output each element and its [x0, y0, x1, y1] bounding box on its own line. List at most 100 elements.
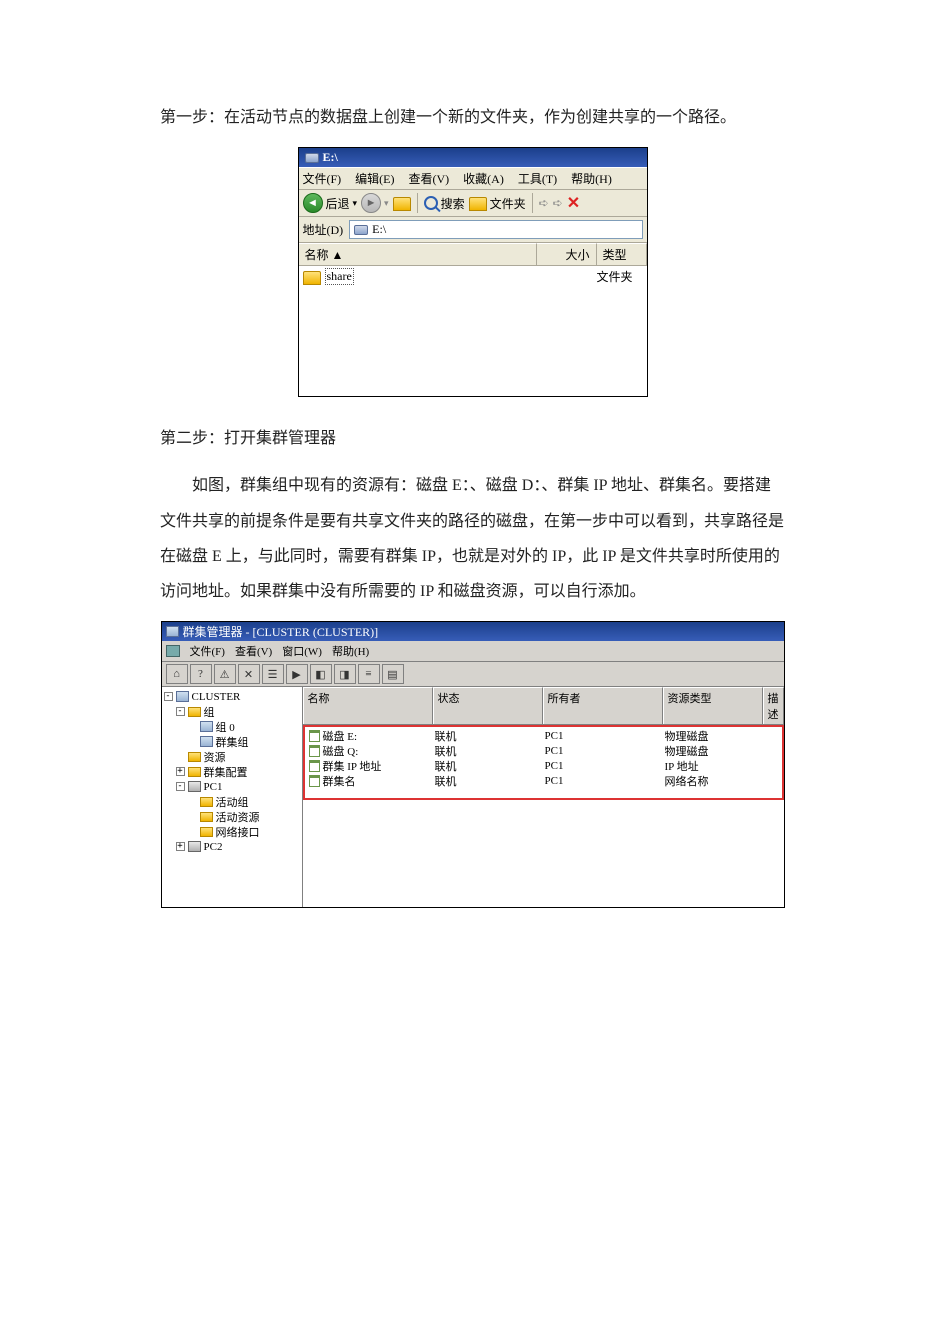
tree-active-resources[interactable]: 活动资源: [162, 809, 302, 824]
computer-icon: [188, 841, 201, 852]
move-to-icon[interactable]: ➪: [539, 196, 549, 211]
cluster-titlebar: 群集管理器 - [CLUSTER (CLUSTER)]: [162, 622, 784, 641]
delete-icon[interactable]: ✕: [567, 193, 580, 213]
address-field[interactable]: E:\: [349, 220, 642, 239]
tree-cluster-config[interactable]: + 群集配置: [162, 764, 302, 779]
tree-active-groups[interactable]: 活动组: [162, 794, 302, 809]
toolbar-button[interactable]: ▶: [286, 664, 308, 684]
cell-state: 联机: [435, 773, 545, 789]
toolbar-button[interactable]: ◧: [310, 664, 332, 684]
tree-label: 组: [204, 704, 215, 720]
col-type[interactable]: 类型: [597, 243, 647, 265]
cell-state: 联机: [435, 743, 545, 759]
toolbar-button[interactable]: ⌂: [166, 664, 188, 684]
list-item[interactable]: share 文件夹: [299, 266, 647, 287]
address-label: 地址(D): [303, 221, 344, 238]
tree-label: PC1: [204, 781, 223, 793]
folder-icon: [200, 812, 213, 822]
cluster-menu-window[interactable]: 窗口(W): [282, 643, 322, 659]
toolbar-button[interactable]: ≡: [358, 664, 380, 684]
expand-icon[interactable]: +: [176, 767, 185, 776]
folders-button[interactable]: 文件夹: [469, 195, 526, 212]
cluster-tree: - CLUSTER - 组 组 0 群集组: [162, 687, 303, 907]
table-row[interactable]: 群集 IP 地址 联机 PC1 IP 地址: [305, 758, 782, 773]
group-icon: [200, 721, 213, 732]
table-row[interactable]: 磁盘 E: 联机 PC1 物理磁盘: [305, 728, 782, 743]
expand-icon[interactable]: +: [176, 842, 185, 851]
cell-owner: PC1: [545, 745, 665, 757]
cell-name: 群集 IP 地址: [323, 758, 382, 774]
toolbar-button[interactable]: ⚠: [214, 664, 236, 684]
tree-group-0[interactable]: 组 0: [162, 719, 302, 734]
collapse-icon[interactable]: -: [176, 782, 185, 791]
menu-file[interactable]: 文件(F): [303, 170, 342, 187]
col-name[interactable]: 名称 ▲: [299, 243, 537, 265]
up-button[interactable]: [393, 196, 411, 210]
col-state[interactable]: 状态: [433, 687, 543, 724]
cell-name: 群集名: [323, 773, 356, 789]
paragraph-step-2: 第二步：打开集群管理器: [160, 421, 785, 456]
tree-label: 组 0: [216, 719, 235, 735]
cluster-window: 群集管理器 - [CLUSTER (CLUSTER)] 文件(F) 查看(V) …: [161, 621, 785, 908]
back-icon: ◄: [303, 193, 323, 213]
toolbar-button[interactable]: ☰: [262, 664, 284, 684]
back-button[interactable]: ◄ 后退 ▾: [303, 193, 358, 213]
tree-groups[interactable]: - 组: [162, 704, 302, 719]
folder-up-icon: [393, 197, 411, 211]
copy-to-icon[interactable]: ➪: [553, 196, 563, 211]
dropdown-icon: ▾: [353, 198, 358, 209]
col-desc[interactable]: 描述: [763, 687, 784, 724]
cluster-list: 名称 状态 所有者 资源类型 描述 磁盘 E: 联机 PC1 物理磁盘 磁盘 Q…: [303, 687, 784, 907]
explorer-title: E:\: [323, 150, 338, 165]
folder-icon: [200, 797, 213, 807]
col-name[interactable]: 名称: [303, 687, 433, 724]
menu-edit[interactable]: 编辑(E): [355, 170, 394, 187]
toolbar-button[interactable]: ▤: [382, 664, 404, 684]
tree-pc1[interactable]: - PC1: [162, 779, 302, 794]
cluster-menu-help[interactable]: 帮助(H): [332, 643, 369, 659]
separator: [532, 193, 533, 213]
explorer-columns: 名称 ▲ 大小 类型: [299, 243, 647, 266]
toolbar-button[interactable]: ◨: [334, 664, 356, 684]
resource-icon: [309, 775, 320, 787]
tree-label: 网络接口: [216, 824, 260, 840]
dropdown-icon: ▾: [384, 198, 389, 209]
menu-view[interactable]: 查看(V): [409, 170, 450, 187]
cluster-menu-view[interactable]: 查看(V): [235, 643, 272, 659]
cell-type: IP 地址: [665, 758, 765, 774]
col-type[interactable]: 资源类型: [663, 687, 763, 724]
explorer-file-list: share 文件夹: [299, 266, 647, 396]
collapse-icon[interactable]: -: [164, 692, 173, 701]
table-row[interactable]: 群集名 联机 PC1 网络名称: [305, 773, 782, 788]
mdi-child-icon: [166, 645, 180, 657]
address-value: E:\: [372, 222, 386, 237]
cluster-menu-file[interactable]: 文件(F): [190, 643, 225, 659]
folder-icon: [188, 707, 201, 717]
col-size[interactable]: 大小: [537, 243, 597, 265]
folder-icon: [200, 827, 213, 837]
forward-button[interactable]: ► ▾: [361, 193, 389, 213]
search-button[interactable]: 搜索: [424, 195, 465, 212]
item-type: 文件夹: [597, 268, 647, 285]
resource-icon: [309, 730, 320, 742]
toolbar-button[interactable]: ✕: [238, 664, 260, 684]
menu-tools[interactable]: 工具(T): [518, 170, 557, 187]
tree-cluster-group[interactable]: 群集组: [162, 734, 302, 749]
explorer-menubar: 文件(F) 编辑(E) 查看(V) 收藏(A) 工具(T) 帮助(H): [299, 167, 647, 190]
folders-icon: [469, 197, 487, 211]
tree-label: PC2: [204, 841, 223, 853]
explorer-window: E:\ 文件(F) 编辑(E) 查看(V) 收藏(A) 工具(T) 帮助(H) …: [298, 147, 648, 397]
resource-icon: [309, 760, 320, 772]
cell-state: 联机: [435, 758, 545, 774]
collapse-icon[interactable]: -: [176, 707, 185, 716]
col-owner[interactable]: 所有者: [543, 687, 663, 724]
tree-label: 资源: [204, 749, 226, 765]
menu-fav[interactable]: 收藏(A): [463, 170, 504, 187]
tree-pc2[interactable]: + PC2: [162, 839, 302, 854]
toolbar-button[interactable]: ?: [190, 664, 212, 684]
menu-help[interactable]: 帮助(H): [571, 170, 612, 187]
tree-root[interactable]: - CLUSTER: [162, 689, 302, 704]
tree-network-interfaces[interactable]: 网络接口: [162, 824, 302, 839]
table-row[interactable]: 磁盘 Q: 联机 PC1 物理磁盘: [305, 743, 782, 758]
tree-resources[interactable]: 资源: [162, 749, 302, 764]
